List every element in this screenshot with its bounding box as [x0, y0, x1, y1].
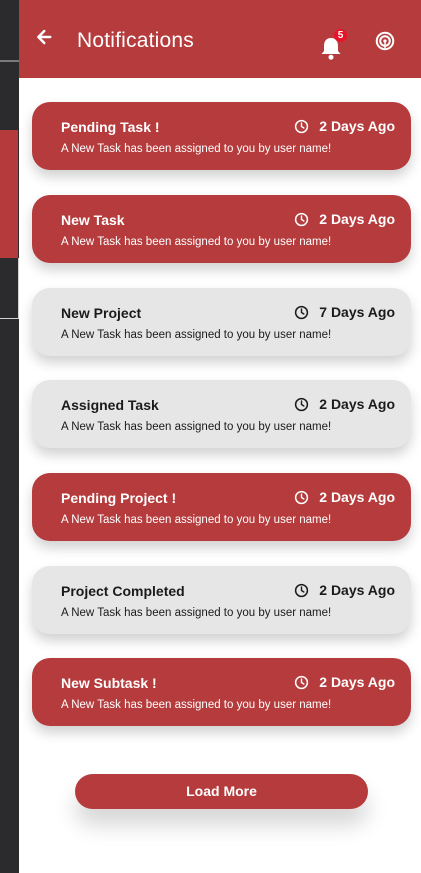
notification-time-label: 2 Days Ago [319, 489, 395, 505]
clock-icon [295, 490, 309, 504]
clock-icon [295, 119, 309, 133]
notification-message: A New Task has been assigned to you by u… [61, 421, 332, 433]
notification-time: 2 Days Ago [294, 489, 395, 505]
clock-icon [295, 212, 309, 226]
notifications-panel: Notifications 5 Pending Task ! 2 Days Ag… [19, 0, 421, 873]
notification-time: 2 Days Ago [294, 396, 395, 412]
app-header: Notifications 5 [19, 0, 421, 78]
notification-time-label: 7 Days Ago [319, 304, 395, 320]
load-more-button[interactable]: Load More [75, 774, 368, 809]
notification-card[interactable]: New Subtask ! 2 Days Ago A New Task has … [32, 658, 411, 726]
notification-card[interactable]: Pending Task ! 2 Days Ago A New Task has… [32, 102, 411, 170]
notification-card[interactable]: Project Completed 2 Days Ago A New Task … [32, 566, 411, 634]
notification-time: 2 Days Ago [294, 582, 395, 598]
notification-message: A New Task has been assigned to you by u… [61, 329, 332, 341]
background-panel-frame [0, 258, 19, 319]
notification-time: 7 Days Ago [294, 304, 395, 320]
notification-time-label: 2 Days Ago [319, 211, 395, 227]
notification-message: A New Task has been assigned to you by u… [61, 143, 332, 155]
clock-icon [295, 397, 309, 411]
notification-time-label: 2 Days Ago [319, 674, 395, 690]
notification-time-label: 2 Days Ago [319, 396, 395, 412]
notification-title: Pending Project ! [61, 490, 177, 506]
notification-time-label: 2 Days Ago [319, 118, 395, 134]
notification-title: Pending Task ! [61, 119, 160, 135]
notification-title: New Task [61, 212, 125, 228]
notification-title: New Subtask ! [61, 675, 157, 691]
background-panel [0, 130, 18, 260]
notification-card[interactable]: New Project 7 Days Ago A New Task has be… [32, 288, 411, 356]
notification-message: A New Task has been assigned to you by u… [61, 607, 332, 619]
notification-time-label: 2 Days Ago [319, 582, 395, 598]
notification-message: A New Task has been assigned to you by u… [61, 514, 332, 526]
clock-icon [295, 583, 309, 597]
notification-time: 2 Days Ago [294, 118, 395, 134]
notification-card[interactable]: Assigned Task 2 Days Ago A New Task has … [32, 380, 411, 448]
page-title: Notifications [77, 29, 194, 52]
notification-time: 2 Days Ago [294, 674, 395, 690]
clock-icon [295, 305, 309, 319]
arrow-left-icon[interactable] [31, 26, 53, 48]
notification-count-badge: 5 [334, 29, 347, 42]
notification-message: A New Task has been assigned to you by u… [61, 236, 332, 248]
notification-title: New Project [61, 305, 142, 321]
notification-time: 2 Days Ago [294, 211, 395, 227]
radio-icon[interactable] [374, 30, 396, 52]
notification-card[interactable]: New Task 2 Days Ago A New Task has been … [32, 195, 411, 263]
notification-card[interactable]: Pending Project ! 2 Days Ago A New Task … [32, 473, 411, 541]
notification-message: A New Task has been assigned to you by u… [61, 699, 332, 711]
clock-icon [295, 675, 309, 689]
notification-title: Assigned Task [61, 397, 159, 413]
notification-title: Project Completed [61, 583, 185, 599]
